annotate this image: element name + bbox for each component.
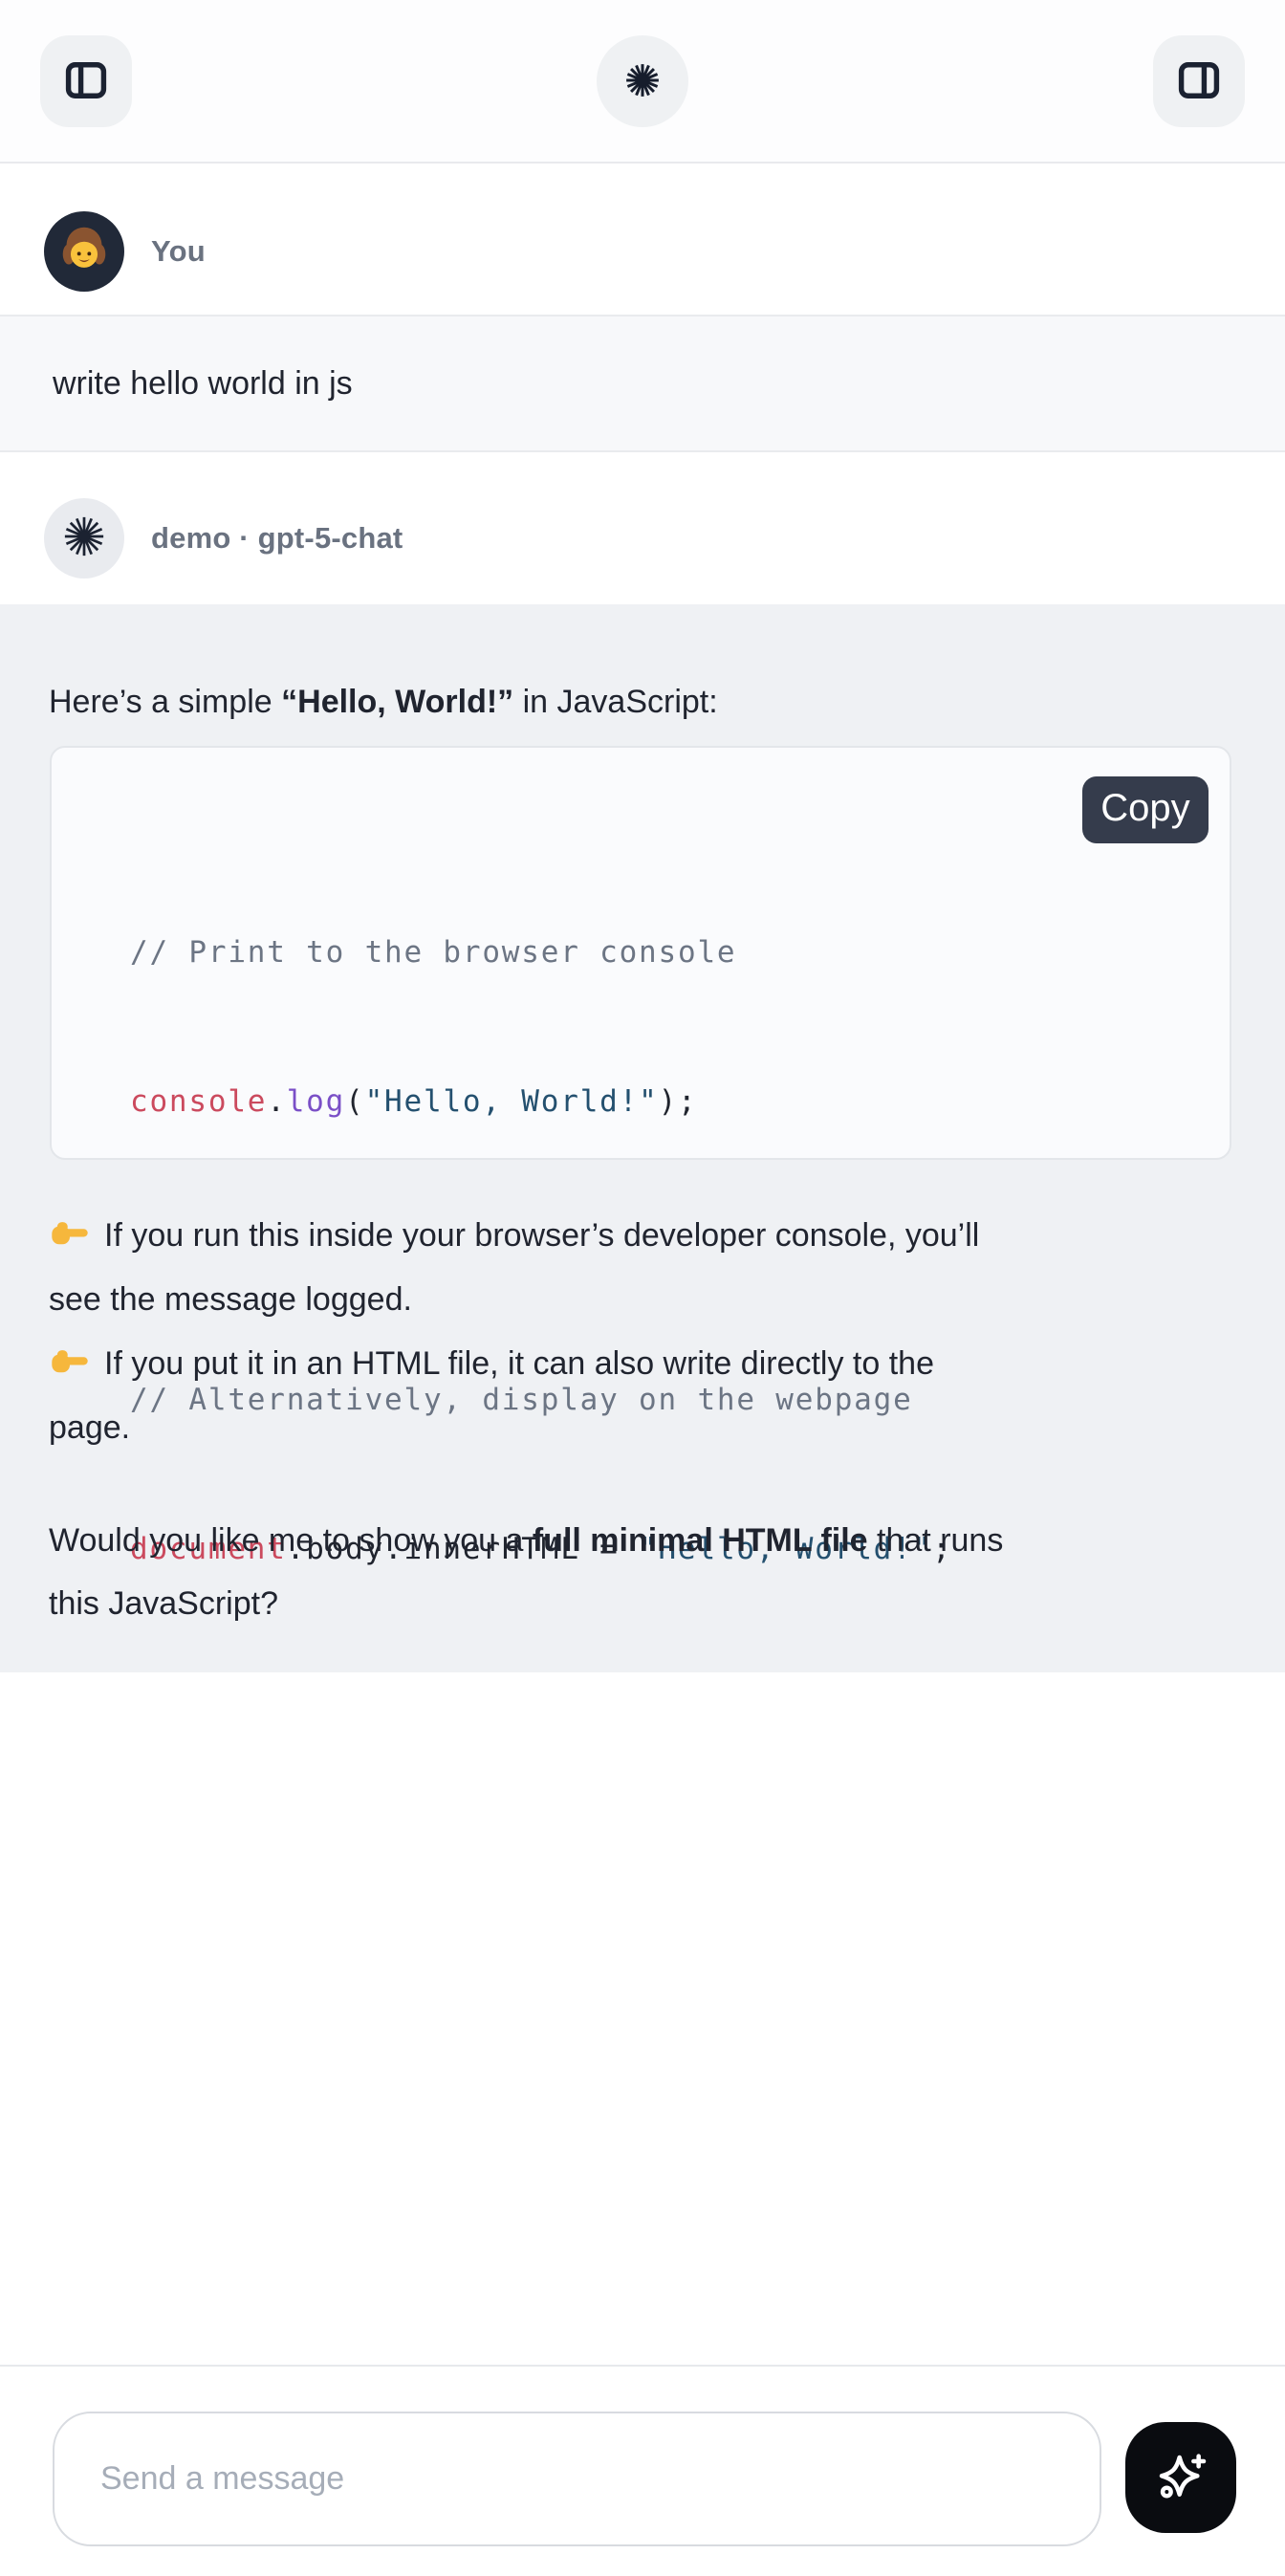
tip-text: page. <box>49 1409 130 1447</box>
question-line: Would you like me to show you a full min… <box>49 1509 1003 1572</box>
user-turn-header: You <box>44 211 206 292</box>
chat-app: You write hello world in js <box>0 0 1285 2576</box>
code-token: log <box>287 1084 345 1119</box>
code-token: "Hello, World!" <box>365 1084 659 1119</box>
assistant-avatar <box>44 498 124 579</box>
app-logo-button[interactable] <box>597 35 688 127</box>
tip-line: see the message logged. <box>49 1268 979 1332</box>
user-name: You <box>151 234 206 269</box>
tip-line: If you run this inside your browser’s de… <box>49 1204 979 1268</box>
tip-line: page. <box>49 1396 979 1460</box>
tip-text: see the message logged. <box>49 1281 412 1319</box>
code-line: console.log("Hello, World!"); <box>130 1077 1201 1126</box>
assistant-turn-header: demo · gpt-5-chat <box>44 498 403 579</box>
code-token: // Print to the browser console <box>130 935 736 970</box>
intro-post: in JavaScript: <box>513 684 718 720</box>
user-message-text: write hello world in js <box>53 365 353 403</box>
top-bar <box>0 0 1285 164</box>
pointing-right-emoji <box>49 1339 91 1389</box>
assistant-name: demo · gpt-5-chat <box>151 521 403 556</box>
user-avatar <box>44 211 124 292</box>
assistant-tips: If you run this inside your browser’s de… <box>49 1204 979 1460</box>
question-line: this JavaScript? <box>49 1572 1003 1635</box>
user-message-row: write hello world in js <box>0 315 1285 452</box>
starburst-icon <box>62 514 106 563</box>
question-pre: Would you like me to show you a <box>49 1522 533 1559</box>
starburst-icon <box>623 61 662 102</box>
toggle-sidebar-button[interactable] <box>40 35 132 127</box>
tip-line: If you put it in an HTML file, it can al… <box>49 1332 979 1396</box>
message-input[interactable] <box>53 2412 1101 2546</box>
tip-text: If you put it in an HTML file, it can al… <box>104 1345 934 1383</box>
code-block: Copy // Print to the browser console con… <box>50 746 1231 1160</box>
sparkle-icon <box>1150 2446 1211 2510</box>
pointing-right-emoji <box>49 1211 91 1261</box>
code-token: ); <box>659 1084 698 1119</box>
panel-left-icon <box>61 55 111 108</box>
code-token: console <box>130 1084 267 1119</box>
sparkle-send-button[interactable] <box>1125 2422 1236 2533</box>
code-token: . <box>267 1084 286 1119</box>
intro-bold: “Hello, World!” <box>281 684 513 720</box>
assistant-intro-paragraph: Here’s a simple “Hello, World!” in JavaS… <box>49 679 718 725</box>
code-token: ( <box>345 1084 364 1119</box>
toggle-right-panel-button[interactable] <box>1153 35 1245 127</box>
code-line: // Print to the browser console <box>130 928 1201 977</box>
composer-bar <box>0 2365 1285 2576</box>
question-post: that runs <box>868 1522 1004 1559</box>
tip-text: If you run this inside your browser’s de… <box>104 1217 979 1255</box>
question-text: this JavaScript? <box>49 1585 278 1623</box>
person-emoji <box>54 220 114 284</box>
assistant-question: Would you like me to show you a full min… <box>49 1509 1003 1635</box>
intro-pre: Here’s a simple <box>49 684 281 720</box>
question-bold: full minimal HTML file <box>533 1522 868 1559</box>
panel-right-icon <box>1174 55 1224 108</box>
